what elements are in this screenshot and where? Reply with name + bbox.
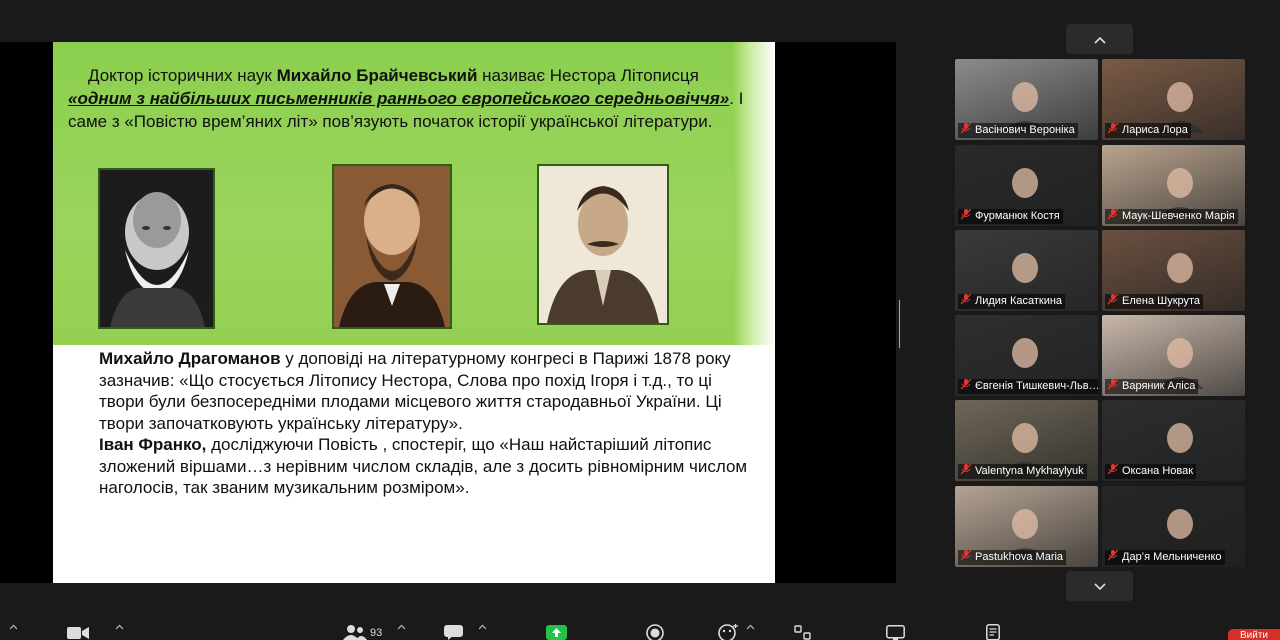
- share-screen-icon[interactable]: [546, 625, 567, 640]
- participant-name-label: Оксана Новак: [1105, 464, 1197, 479]
- caret-up-icon[interactable]: [747, 624, 754, 631]
- portrait-franko: [537, 164, 669, 325]
- participant-name: Елена Шукрута: [1122, 295, 1201, 307]
- participant-tile[interactable]: Pastukhova Maria: [955, 486, 1098, 567]
- intro-mid: називає Нестора Літописця: [477, 66, 699, 85]
- whiteboard-icon[interactable]: [886, 625, 905, 640]
- participant-tile[interactable]: Лидия Касаткина: [955, 230, 1098, 311]
- chevron-up-icon: [1093, 37, 1106, 44]
- mic-muted-icon: [1108, 464, 1118, 475]
- apps-icon[interactable]: [794, 625, 811, 640]
- participant-tile[interactable]: Євгенія Тишкевич-Льв…: [955, 315, 1098, 396]
- shared-screen: Доктор історичних наук Михайло Брайчевсь…: [0, 42, 896, 583]
- leave-meeting-button[interactable]: Вийти: [1228, 629, 1280, 640]
- mic-muted-icon: [1108, 550, 1118, 561]
- drahomanov-name: Михайло Драгоманов: [99, 349, 281, 368]
- franko-name: Іван Франко,: [99, 435, 207, 454]
- mic-muted-icon: [1108, 209, 1118, 220]
- participant-name-label: Pastukhova Maria: [958, 550, 1067, 565]
- gallery-next-button[interactable]: [1066, 571, 1133, 601]
- participants-count: 93: [370, 627, 383, 639]
- mic-muted-icon: [961, 294, 971, 305]
- participant-name: Євгенія Тишкевич-Льв…: [975, 380, 1098, 392]
- meeting-toolbar: 93: [0, 614, 1280, 640]
- mic-muted-icon: [961, 464, 971, 475]
- caret-up-icon[interactable]: [479, 624, 486, 631]
- participant-name: Valentyna Mykhaylyuk: [975, 465, 1084, 477]
- participant-name: Лидия Касаткина: [975, 295, 1063, 307]
- intro-scholar-name: Михайло Брайчевський: [276, 66, 478, 85]
- mic-muted-icon: [1108, 123, 1118, 134]
- participant-name: Pastukhova Maria: [975, 551, 1064, 563]
- caret-up-icon[interactable]: [116, 624, 123, 631]
- participant-name-label: Фурманюк Костя: [958, 209, 1063, 224]
- caret-up-icon[interactable]: [10, 624, 17, 631]
- participant-name-label: Лидия Касаткина: [958, 294, 1066, 309]
- chat-icon[interactable]: [444, 625, 463, 640]
- participants-icon[interactable]: [343, 625, 367, 640]
- presentation-slide: Доктор історичних наук Михайло Брайчевсь…: [53, 42, 775, 583]
- participant-name-label: Васінович Вероніка: [958, 123, 1078, 138]
- participant-name: Оксана Новак: [1122, 465, 1194, 477]
- participant-tile[interactable]: Фурманюк Костя: [955, 145, 1098, 226]
- slide-intro-text: Доктор історичних наук Михайло Брайчевсь…: [68, 64, 748, 133]
- participant-name-label: Елена Шукрута: [1105, 294, 1204, 309]
- participant-tile[interactable]: Valentyna Mykhaylyuk: [955, 400, 1098, 481]
- participant-tile[interactable]: Елена Шукрута: [1102, 230, 1245, 311]
- participant-name-label: Valentyna Mykhaylyuk: [958, 464, 1087, 479]
- participant-tile[interactable]: Варяник Аліса: [1102, 315, 1245, 396]
- reactions-icon[interactable]: [718, 624, 738, 640]
- view-splitter-handle[interactable]: [899, 300, 903, 348]
- chevron-down-icon: [1093, 583, 1106, 591]
- gallery-prev-button[interactable]: [1066, 24, 1133, 54]
- portrait-braichevsky: [98, 168, 215, 329]
- participant-name: Фурманюк Костя: [975, 210, 1060, 222]
- intro-lead: Доктор історичних наук: [88, 66, 277, 85]
- participant-name-label: Маук-Шевченко Марія: [1105, 209, 1238, 224]
- franko-paragraph: Іван Франко, досліджуючи Повість , спост…: [69, 434, 759, 499]
- participant-tile[interactable]: Лариса Лора: [1102, 59, 1245, 140]
- mic-muted-icon: [961, 209, 971, 220]
- participant-name-label: Дар’я Мельниченко: [1105, 550, 1225, 565]
- portrait-image: [539, 166, 667, 323]
- mic-muted-icon: [1108, 294, 1118, 305]
- notes-icon[interactable]: [986, 624, 1000, 640]
- participant-name: Лариса Лора: [1122, 124, 1188, 136]
- portrait-image: [334, 166, 450, 327]
- participant-name: Варяник Аліса: [1122, 380, 1196, 392]
- participant-name: Дар’я Мельниченко: [1122, 551, 1222, 563]
- caret-up-icon[interactable]: [398, 624, 405, 631]
- drahomanov-paragraph: Михайло Драгоманов у доповіді на літерат…: [69, 348, 759, 434]
- mic-muted-icon: [1108, 379, 1118, 390]
- participant-tile[interactable]: Оксана Новак: [1102, 400, 1245, 481]
- slide-body-text: Михайло Драгоманов у доповіді на літерат…: [69, 348, 759, 499]
- portrait-image: [100, 170, 213, 327]
- mic-muted-icon: [961, 123, 971, 134]
- participant-name: Васінович Вероніка: [975, 124, 1075, 136]
- portrait-drahomanov: [332, 164, 452, 329]
- record-icon[interactable]: [646, 624, 664, 640]
- participant-name-label: Лариса Лора: [1105, 123, 1191, 138]
- participant-tile[interactable]: Маук-Шевченко Марія: [1102, 145, 1245, 226]
- intro-quote: «одним з найбільших письменників ранньог…: [68, 89, 730, 108]
- participant-tile[interactable]: Васінович Вероніка: [955, 59, 1098, 140]
- mic-muted-icon: [961, 379, 971, 390]
- participant-name-label: Євгенія Тишкевич-Льв…: [958, 379, 1098, 394]
- participant-tile[interactable]: Дар’я Мельниченко: [1102, 486, 1245, 567]
- participant-name: Маук-Шевченко Марія: [1122, 210, 1235, 222]
- video-camera-icon[interactable]: [67, 626, 89, 640]
- participant-name-label: Варяник Аліса: [1105, 379, 1199, 394]
- mic-muted-icon: [961, 550, 971, 561]
